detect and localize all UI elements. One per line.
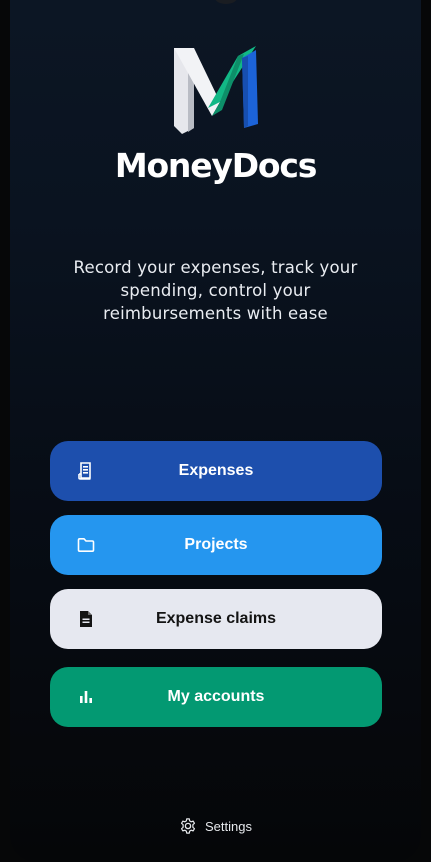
my-accounts-button[interactable]: My accounts — [50, 667, 382, 727]
expense-claims-button[interactable]: Expense claims — [50, 589, 382, 649]
projects-button[interactable]: Projects — [50, 515, 382, 575]
expenses-label: Expenses — [178, 462, 254, 479]
my-accounts-label: My accounts — [167, 688, 265, 705]
settings-link[interactable]: Settings — [179, 816, 252, 836]
settings-label: Settings — [205, 818, 252, 834]
expense-claims-label: Expense claims — [155, 610, 277, 627]
brand-name: MoneyDocs — [114, 146, 318, 185]
camera-cutout — [215, 0, 237, 4]
projects-label: Projects — [184, 536, 248, 553]
device-frame: MoneyDocs Record your expenses, track yo… — [0, 0, 431, 862]
gear-icon — [180, 818, 196, 834]
expenses-button[interactable]: Expenses — [50, 441, 382, 501]
moneydocs-logo-icon — [174, 46, 258, 134]
tagline: Record your expenses, track your spendin… — [73, 258, 358, 323]
